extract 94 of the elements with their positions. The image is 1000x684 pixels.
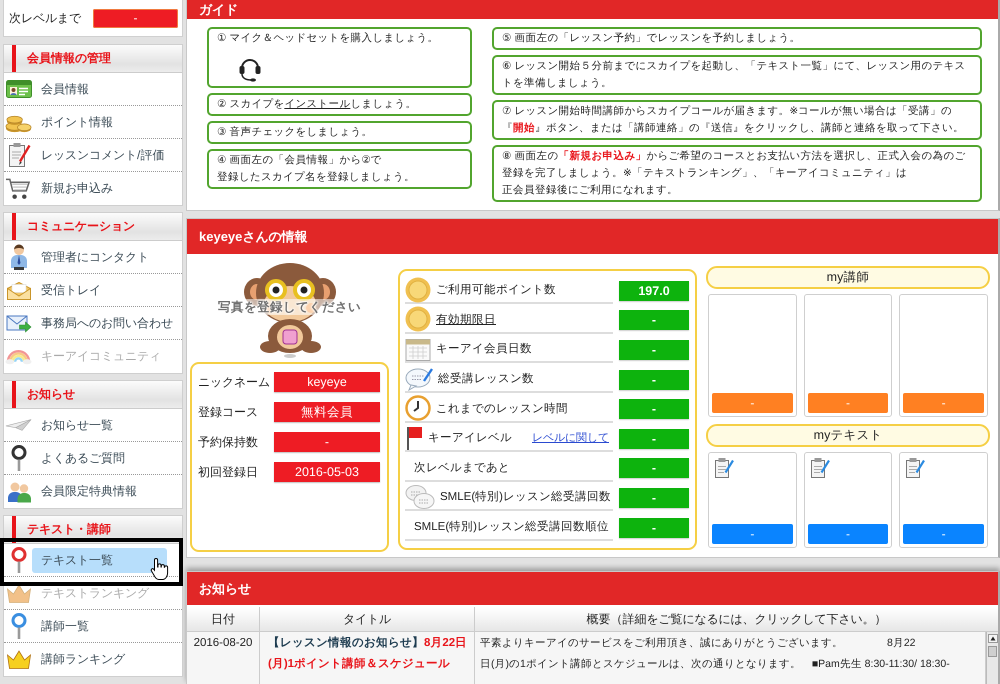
stat-value: 197.0	[619, 280, 689, 301]
section-header: お知らせ	[4, 381, 182, 409]
text-button[interactable]: -	[903, 524, 984, 544]
stat-label: キーアイ会員日数	[436, 342, 532, 356]
speech-bubbles-icon	[405, 484, 435, 510]
profile-value: 無料会員	[274, 402, 380, 422]
speech-bubble-icon	[405, 366, 433, 391]
sidebar-item[interactable]: 講師ランキング	[4, 643, 182, 676]
rainbow-icon	[5, 348, 32, 365]
stat-label: SMLE(特別)レッスン総受講回数	[440, 489, 611, 504]
column-header: タイトル	[260, 607, 475, 632]
stat-value: -	[619, 340, 689, 360]
step-text: ⑥ レッスン開始５分前までにスカイプを起動し、「テキスト一覧」にて、レッスン用のテキストを準備しましょう。	[502, 59, 966, 91]
notepad-icon	[905, 457, 926, 479]
step-text: ① マイク＆ヘッドセットを購入しましょう。	[217, 31, 440, 46]
column-header: 概要（詳細をご覧になるには、クリックして下さい。）	[475, 607, 998, 632]
section-header: 会員情報の管理	[4, 45, 182, 73]
level-info-link[interactable]: レベルに関して	[532, 430, 609, 446]
notice-date: 2016-08-20	[187, 632, 260, 684]
stat-value: -	[619, 458, 689, 478]
coin-icon	[405, 306, 431, 332]
step-text: ⑦ レッスン開始時間講師からスカイプコールが届きます。※コールが無い場合は「受講」の『開始』ボタン、または「講師連絡」の『送信』をクリックし、講師と連絡を取って下さい。	[502, 104, 965, 136]
crown-icon	[6, 650, 32, 669]
panel-header: keyeyeさんの情報	[187, 219, 998, 254]
hand-cursor-icon	[150, 557, 170, 581]
stat-link[interactable]: 有効期限日	[436, 312, 496, 327]
sidebar-item[interactable]: よくあるご質問	[4, 442, 182, 475]
sidebar-item[interactable]: 会員情報	[4, 73, 182, 106]
cart-icon	[5, 177, 32, 200]
coin-icon	[405, 276, 431, 303]
profile-value: -	[274, 432, 380, 452]
notice-summary: 平素よりキーアイのサービスをご利用頂き、誠にありがとうございます。 8月22 日(月)の1ポイント講師とスケジュールは、次の通りとなります。 ■Pam先生 8:30-11:30/ 18:30-	[475, 632, 986, 684]
scroll-thumb[interactable]	[988, 646, 997, 657]
sidebar-item[interactable]: 管理者にコンタクト	[4, 241, 182, 274]
sidebar-item[interactable]: 講師一覧	[4, 610, 182, 643]
sidebar-item[interactable]: 受信トレイ	[4, 274, 182, 307]
magnifier-icon	[10, 613, 26, 639]
next-level-value: -	[93, 8, 178, 28]
panel-header: お知らせ	[187, 572, 998, 605]
step-text: ⑧ 画面左の「新規お申込み」からご希望のコースとお支払い方法を選択し、正式入会の為のご登録を完了しましょう。※「テキストランキング」、「キーアイコミュニティ」は 正会員登録後にご利用になれます。	[502, 149, 966, 198]
panel-header: ガイド	[187, 0, 998, 19]
step-text: ③ 音声チェックをしましょう。	[217, 125, 374, 140]
stat-label: キーアイレベル	[428, 431, 512, 446]
people-icon	[6, 480, 32, 502]
mail-arrow-icon	[6, 313, 32, 333]
up-arrow-icon	[988, 634, 998, 643]
stat-value: -	[619, 488, 689, 508]
sidebar-item[interactable]: お知らせ一覧	[4, 409, 182, 442]
text-button[interactable]: -	[712, 524, 793, 544]
step-text: ⑤ 画面左の「レッスン予約」でレッスンを予約しましょう。	[502, 31, 802, 46]
section-header: コミュニケーション	[4, 213, 182, 241]
profile-label: 登録コース	[198, 404, 259, 420]
sidebar-item[interactable]: 事務局へのお問い合わせ	[4, 307, 182, 340]
profile-label: 予約保持数	[198, 434, 259, 450]
scrollbar[interactable]	[986, 632, 998, 684]
profile-value: 2016-05-03	[274, 462, 380, 482]
inline-link[interactable]: インストール	[284, 98, 350, 110]
next-level-label: 次レベルまで	[9, 10, 82, 26]
calendar-icon	[405, 336, 431, 361]
magnifier-icon	[10, 547, 26, 573]
flag-icon	[405, 424, 423, 451]
stat-label: ご利用可能ポイント数	[436, 282, 556, 298]
sidebar-item[interactable]: 会員限定特典情報	[4, 475, 182, 508]
stat-value: -	[619, 399, 689, 420]
text-button[interactable]: -	[808, 524, 888, 544]
notepad-icon	[810, 457, 830, 479]
group-heading: myテキスト	[706, 424, 990, 447]
sidebar-item[interactable]: 新規お申込み	[4, 172, 182, 205]
sidebar-item[interactable]: レッスンコメント/評価	[4, 139, 182, 172]
envelope-icon	[6, 280, 32, 300]
photo-caption: 写真を登録してください	[216, 299, 363, 315]
profile-label: 初回登録日	[198, 464, 259, 480]
stat-value: -	[619, 310, 689, 330]
profile-label: ニックネーム	[198, 374, 271, 390]
profile-value: keyeye	[274, 372, 380, 392]
crown-icon	[6, 584, 32, 602]
clock-icon	[405, 395, 431, 422]
step-text: ④ 画面左の「会員情報」から②で 登録したスカイプ名を登録しましょう。	[217, 153, 416, 185]
notepad-icon	[714, 457, 734, 479]
stat-label: 総受講レッスン数	[438, 371, 534, 386]
stat-value: -	[619, 370, 689, 390]
sidebar-item[interactable]: ポイント情報	[4, 106, 182, 139]
group-heading: my講師	[706, 266, 990, 289]
notice-title[interactable]: 【レッスン情報のお知らせ】8月22日(月)1ポイント講師＆スケジュール	[260, 632, 475, 684]
id-card-icon	[6, 80, 32, 98]
magnifier-icon	[10, 445, 26, 471]
stat-value: -	[619, 428, 689, 449]
column-header: 日付	[187, 607, 260, 632]
stat-label: SMLE(特別)レッスン総受講回数順位	[414, 519, 609, 534]
step-text: ② スカイプを インストール しましょう。	[217, 97, 418, 112]
stat-label: これまでのレッスン時間	[436, 402, 568, 416]
clipboard-icon	[6, 142, 30, 168]
stat-label: 次レベルまであと	[414, 460, 510, 475]
stat-value: -	[619, 518, 689, 538]
